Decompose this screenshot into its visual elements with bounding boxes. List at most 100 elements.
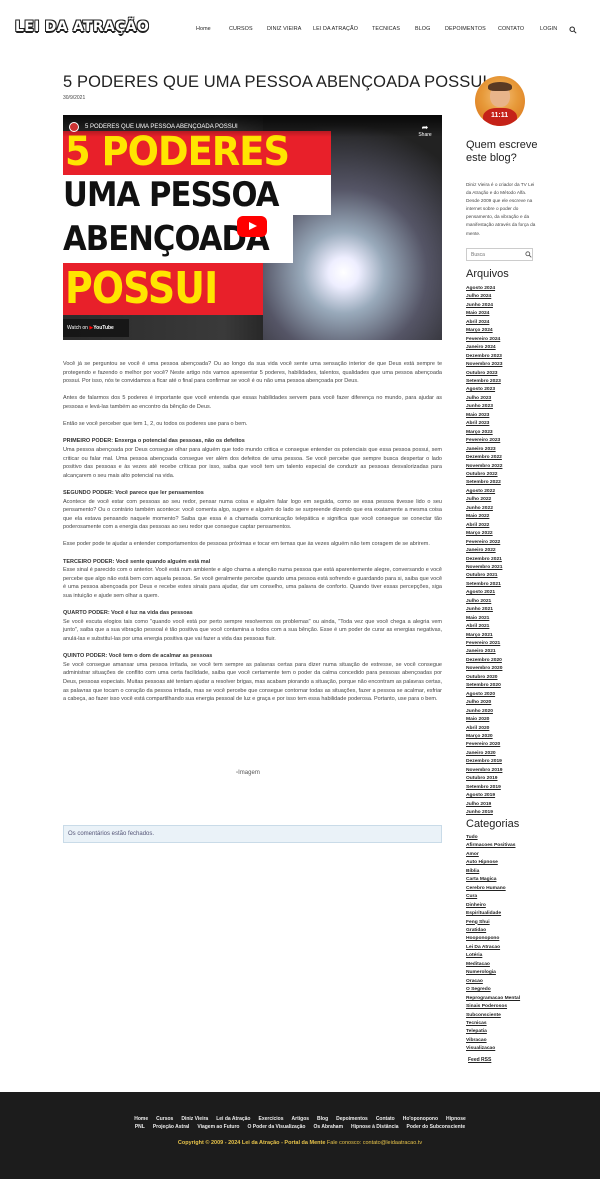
archive-link[interactable]: Julho 2023 [466,395,502,403]
category-link[interactable]: Carta Magica [466,876,520,884]
archive-link[interactable]: Dezembro 2019 [466,758,502,766]
category-link[interactable]: Auto Hipnose [466,859,520,867]
archive-link[interactable]: Agosto 2021 [466,589,502,597]
footer-link[interactable]: Depoimentos [336,1116,368,1122]
archive-link[interactable]: Agosto 2024 [466,285,502,293]
archive-link[interactable]: Março 2024 [466,327,502,335]
footer-link[interactable]: Projeção Astral [153,1124,190,1130]
archive-link[interactable]: Setembro 2023 [466,378,502,386]
archive-link[interactable]: Abril 2024 [466,319,502,327]
video-title[interactable]: 5 PODERES QUE UMA PESSOA ABENÇOADA POSSU… [85,124,238,130]
archive-link[interactable]: Janeiro 2022 [466,547,502,555]
category-link[interactable]: Tecnicas [466,1020,520,1028]
search-icon[interactable] [569,26,577,34]
archive-link[interactable]: Janeiro 2020 [466,750,502,758]
nav-cursos[interactable]: CURSOS [229,26,253,32]
archive-link[interactable]: Julho 2020 [466,699,502,707]
nav-home[interactable]: Home [196,26,211,32]
archive-link[interactable]: Dezembro 2023 [466,353,502,361]
archive-link[interactable]: Março 2023 [466,429,502,437]
category-link[interactable]: Sinais Poderosos [466,1003,520,1011]
archive-link[interactable]: Novembro 2022 [466,463,502,471]
footer-link[interactable]: Os Abraham [313,1124,343,1130]
footer-link[interactable]: Contato [376,1116,395,1122]
archive-link[interactable]: Maio 2021 [466,615,502,623]
nav-login[interactable]: LOGIN [540,26,557,32]
archive-link[interactable]: Outubro 2022 [466,471,502,479]
archive-link[interactable]: Abril 2021 [466,623,502,631]
category-link[interactable]: Oracao [466,978,520,986]
category-link[interactable]: Visualizacao [466,1045,520,1053]
category-link[interactable]: Dinheiro [466,902,520,910]
search-input[interactable] [471,251,521,259]
archive-link[interactable]: Maio 2020 [466,716,502,724]
category-link[interactable]: Hooponopono [466,935,520,943]
footer-link[interactable]: Artigos [292,1116,310,1122]
category-link[interactable]: Reprogramacao Mental [466,995,520,1003]
archive-link[interactable]: Agosto 2020 [466,691,502,699]
category-link[interactable]: Subconsciente [466,1012,520,1020]
archive-link[interactable]: Junho 2020 [466,708,502,716]
footer-link[interactable]: Home [134,1116,148,1122]
category-link[interactable]: Lei Da Atracao [466,944,520,952]
archive-link[interactable]: Dezembro 2021 [466,556,502,564]
footer-link[interactable]: Poder do Subconsciente [407,1124,466,1130]
archive-link[interactable]: Novembro 2023 [466,361,502,369]
category-link[interactable]: Vibracao [466,1037,520,1045]
archive-link[interactable]: Maio 2024 [466,310,502,318]
archive-link[interactable]: Março 2022 [466,530,502,538]
archive-link[interactable]: Maio 2022 [466,513,502,521]
archive-link[interactable]: Fevereiro 2022 [466,539,502,547]
footer-link[interactable]: Blog [317,1116,328,1122]
category-link[interactable]: Cura [466,893,520,901]
archive-link[interactable]: Fevereiro 2020 [466,741,502,749]
category-link[interactable]: Cerebro Humano [466,885,520,893]
archive-link[interactable]: Julho 2022 [466,496,502,504]
footer-link[interactable]: Diniz Vieira [181,1116,208,1122]
category-link[interactable]: Tudo [466,834,520,842]
category-link[interactable]: Meditacao [466,961,520,969]
archive-link[interactable]: Setembro 2022 [466,479,502,487]
archive-link[interactable]: Agosto 2022 [466,488,502,496]
archive-link[interactable]: Junho 2024 [466,302,502,310]
category-link[interactable]: Lotéria [466,952,520,960]
nav-contato[interactable]: CONTATO [498,26,524,32]
footer-link[interactable]: Exercícios [259,1116,284,1122]
archive-link[interactable]: Abril 2020 [466,725,502,733]
category-link[interactable]: Numerologia [466,969,520,977]
archive-link[interactable]: Novembro 2021 [466,564,502,572]
archive-link[interactable]: Dezembro 2022 [466,454,502,462]
feed-rss-link[interactable]: Feed RSS [468,1057,491,1063]
nav-diniz-vieira[interactable]: DINIZ VIEIRA [267,26,301,32]
play-button[interactable] [237,216,267,237]
archive-link[interactable]: Outubro 2023 [466,370,502,378]
archive-link[interactable]: Março 2021 [466,632,502,640]
archive-link[interactable]: Outubro 2021 [466,572,502,580]
archive-link[interactable]: Julho 2019 [466,801,502,809]
archive-link[interactable]: Fevereiro 2024 [466,336,502,344]
archive-link[interactable]: Agosto 2023 [466,386,502,394]
archive-link[interactable]: Fevereiro 2021 [466,640,502,648]
category-link[interactable]: Afirmacoes Positivas [466,842,520,850]
archive-link[interactable]: Outubro 2020 [466,674,502,682]
nav-tecnicas[interactable]: TECNICAS [372,26,400,32]
category-link[interactable]: Feng Shui [466,919,520,927]
archive-link[interactable]: Março 2020 [466,733,502,741]
archive-link[interactable]: Setembro 2020 [466,682,502,690]
category-link[interactable]: Telepatia [466,1028,520,1036]
archive-link[interactable]: Dezembro 2020 [466,657,502,665]
archive-link[interactable]: Novembro 2019 [466,767,502,775]
footer-link[interactable]: Hipnose [446,1116,466,1122]
category-link[interactable]: Amor [466,851,520,859]
archive-link[interactable]: Setembro 2019 [466,784,502,792]
archive-link[interactable]: Janeiro 2024 [466,344,502,352]
archive-link[interactable]: Julho 2021 [466,598,502,606]
search-icon[interactable] [525,251,532,258]
category-link[interactable]: Espiritualidade [466,910,520,918]
nav-blog[interactable]: BLOG [415,26,430,32]
category-link[interactable]: Bíblia [466,868,520,876]
channel-avatar[interactable] [69,122,79,132]
nav-lei-da-atracao[interactable]: LEI DA ATRAÇÃO [313,26,358,32]
nav-depoimentos[interactable]: DEPOIMENTOS [445,26,486,32]
category-link[interactable]: Gratidao [466,927,520,935]
